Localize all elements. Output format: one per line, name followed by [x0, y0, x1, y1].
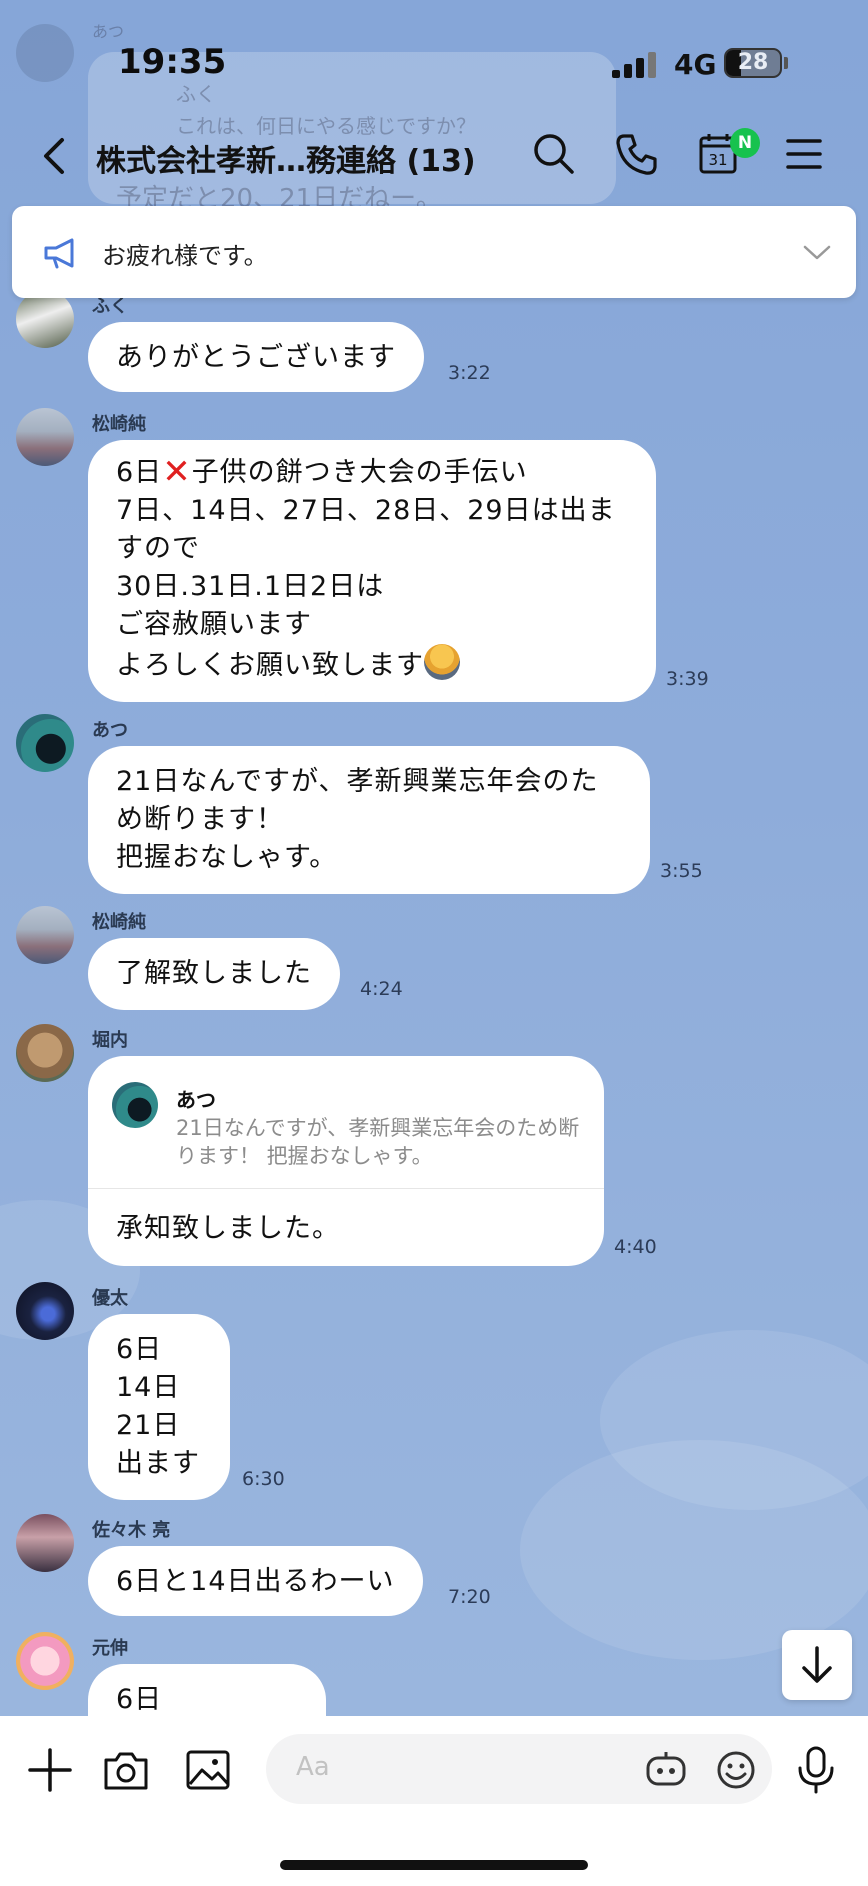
- signal-strength-icon: [612, 50, 660, 78]
- announcement-banner[interactable]: お疲れ様です。: [12, 206, 856, 298]
- announcement-text: お疲れ様です。: [102, 242, 268, 270]
- avatar[interactable]: [16, 1024, 74, 1082]
- calendar-badge: N: [730, 128, 760, 158]
- home-indicator: [280, 1860, 588, 1870]
- status-bar: 19:35 4G 28: [0, 0, 868, 120]
- plus-icon[interactable]: [24, 1744, 76, 1796]
- message-input-bar: Aa: [0, 1716, 868, 1886]
- avatar[interactable]: [16, 408, 74, 466]
- message-bubble[interactable]: 21日なんですが、孝新興業忘年会のた め断ります！ 把握おなしゃす。: [88, 746, 650, 894]
- avatar[interactable]: [16, 906, 74, 964]
- reply-divider: [88, 1188, 604, 1189]
- cross-mark-icon: ✕: [162, 452, 192, 492]
- sender-name: 堀内: [92, 1030, 128, 1051]
- emoji-icon[interactable]: [714, 1748, 758, 1792]
- sender-name: 松崎純: [92, 912, 146, 933]
- message-time: 6:30: [242, 1468, 285, 1490]
- message-time: 4:24: [360, 978, 403, 1000]
- avatar[interactable]: [16, 714, 74, 772]
- battery-tip: [784, 57, 788, 69]
- megaphone-icon: [44, 238, 74, 269]
- reply-avatar: [112, 1082, 158, 1128]
- battery-percent: 28: [737, 50, 769, 75]
- chevron-down-icon[interactable]: [802, 244, 832, 262]
- sender-name: 松崎純: [92, 414, 146, 435]
- bot-icon[interactable]: [644, 1748, 688, 1792]
- scroll-down-button[interactable]: [782, 1630, 852, 1700]
- status-time: 19:35: [118, 42, 227, 82]
- message-input[interactable]: Aa: [266, 1734, 772, 1804]
- message-time: 7:20: [448, 1586, 491, 1608]
- sender-name: 元伸: [92, 1638, 128, 1659]
- message-bubble[interactable]: 6日 14日 21日 出ます: [88, 1314, 230, 1500]
- menu-icon[interactable]: [782, 130, 830, 178]
- reply-quote-text[interactable]: 21日なんですが、孝新興業忘年会のため断ります！ 把握おなしゃす。: [176, 1114, 586, 1170]
- avatar[interactable]: [16, 1632, 74, 1690]
- sender-name: 優太: [92, 1288, 128, 1309]
- sender-name: 佐々木 亮: [92, 1520, 171, 1541]
- calendar-day: 31: [708, 151, 727, 169]
- message-time: 3:55: [660, 860, 703, 882]
- search-icon[interactable]: [530, 130, 578, 178]
- message-time: 3:39: [666, 668, 709, 690]
- message-text: 6日: [116, 457, 163, 488]
- bowing-person-icon: [424, 644, 460, 680]
- message-bubble[interactable]: 6日✕子供の餅つき大会の手伝い 7日、14日、27日、28日、29日は出ま すので…: [88, 440, 656, 702]
- message-bubble[interactable]: ありがとうございます: [88, 322, 424, 392]
- message-text: 7日、14日、27日、28日、29日は出ま すので 30日.31日.1日2日は …: [116, 495, 616, 681]
- message-time: 3:22: [448, 362, 491, 384]
- message-bubble[interactable]: 了解致しました: [88, 938, 340, 1010]
- avatar[interactable]: [16, 1282, 74, 1340]
- chat-title[interactable]: 株式会社孝新…務連絡 (13): [96, 136, 476, 180]
- message-text: 子供の餅つき大会の手伝い: [191, 457, 528, 488]
- scroll-down-icon: [802, 1646, 832, 1683]
- reply-message-bubble[interactable]: あつ 21日なんですが、孝新興業忘年会のため断ります！ 把握おなしゃす。 承知致…: [88, 1056, 604, 1266]
- phone-icon[interactable]: [612, 130, 660, 178]
- network-type: 4G: [674, 48, 717, 81]
- message-text: 承知致しました。: [116, 1213, 340, 1244]
- reply-sender-name: あつ: [176, 1088, 216, 1112]
- sender-name: あつ: [92, 720, 128, 741]
- image-icon[interactable]: [182, 1744, 234, 1796]
- back-icon[interactable]: [34, 134, 74, 178]
- avatar[interactable]: [16, 290, 74, 348]
- input-placeholder: Aa: [296, 1752, 330, 1782]
- message-bubble[interactable]: 6日: [88, 1664, 326, 1716]
- camera-icon[interactable]: [100, 1744, 152, 1796]
- avatar[interactable]: [16, 1514, 74, 1572]
- mic-icon[interactable]: [790, 1744, 842, 1796]
- message-time: 4:40: [614, 1236, 657, 1258]
- battery-icon: 28: [724, 48, 782, 78]
- message-bubble[interactable]: 6日と14日出るわーい: [88, 1546, 423, 1616]
